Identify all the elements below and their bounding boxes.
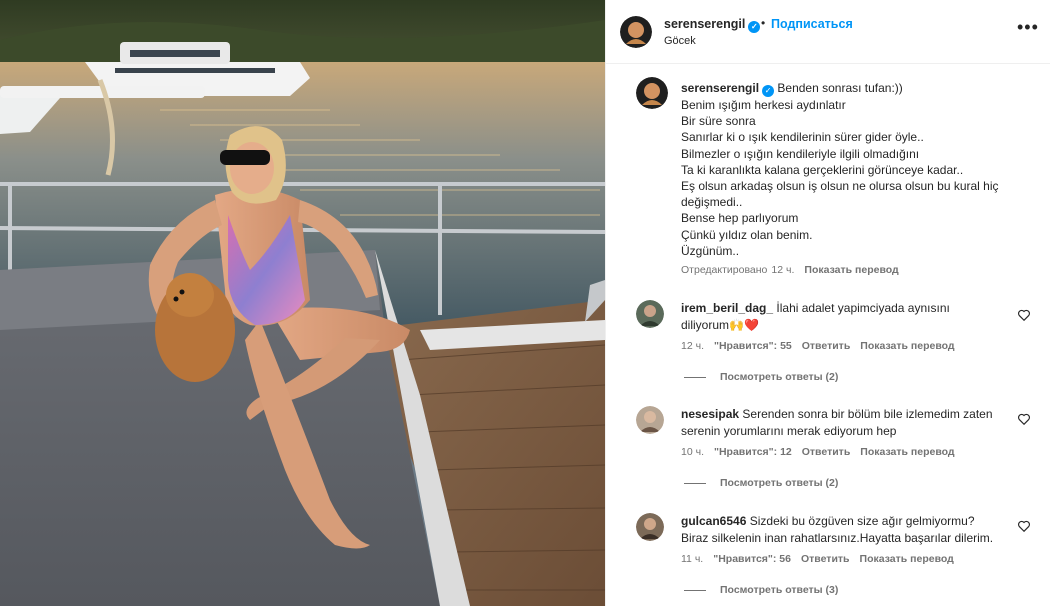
comment-text: gulcan6546 Sizdeki bu özgüven size ağır … bbox=[681, 513, 1001, 546]
comment-likes[interactable]: "Нравится": 12 bbox=[714, 446, 792, 458]
comment-username[interactable]: irem_beril_dag_ bbox=[681, 301, 773, 315]
caption-username[interactable]: serenserengil bbox=[681, 81, 759, 95]
comment-likes[interactable]: "Нравится": 56 bbox=[713, 553, 791, 565]
comment-avatar-image bbox=[636, 513, 664, 541]
replies-dash bbox=[684, 482, 706, 484]
comment-username[interactable]: nesesipak bbox=[681, 407, 739, 421]
caption-first-line: Benden sonrası tufan:)) bbox=[777, 81, 903, 95]
caption-line: Üzgünüm.. bbox=[681, 243, 740, 258]
comment-time[interactable]: 11 ч. bbox=[681, 553, 703, 565]
post-photo[interactable] bbox=[0, 0, 605, 606]
comment-avatar-image bbox=[636, 300, 664, 328]
separator-dot: • bbox=[761, 16, 766, 30]
heart-outline-icon[interactable] bbox=[1017, 412, 1031, 426]
heart-outline-icon[interactable] bbox=[1017, 519, 1031, 533]
comment-meta: 11 ч. "Нравится": 56 Ответить Показать пере… bbox=[681, 553, 964, 565]
comment-time[interactable]: 10 ч. bbox=[681, 446, 704, 458]
translate-button[interactable]: Показать перевод bbox=[860, 446, 954, 458]
caption-line: Çünkü yıldız olan benim. bbox=[681, 227, 813, 242]
edited-label: Отредактировано bbox=[681, 264, 768, 276]
view-replies-button[interactable]: Посмотреть ответы (3) bbox=[684, 584, 838, 596]
comment-item: gulcan6546 Sizdeki bu özgüven size ağır … bbox=[606, 511, 1050, 606]
comment-avatar[interactable] bbox=[636, 513, 664, 541]
more-options-icon[interactable]: ••• bbox=[1017, 18, 1038, 42]
view-replies-label: Посмотреть ответы (3) bbox=[720, 584, 839, 596]
comment-item: irem_beril_dag_ İlahi adalet yapimciyada… bbox=[606, 298, 1050, 393]
comment-meta: 12 ч. "Нравится": 55 Ответить Показать пере… bbox=[681, 340, 965, 352]
caption-line: Ta ki karanlıkta kalana gerçeklerini gör… bbox=[681, 162, 964, 177]
comment-likes[interactable]: "Нравится": 55 bbox=[714, 340, 792, 352]
heart-outline-icon[interactable] bbox=[1017, 308, 1031, 322]
comment-username[interactable]: gulcan6546 bbox=[681, 514, 746, 528]
post-panel: serenserengil ✓ • Подписаться Göcek ••• s… bbox=[605, 0, 1050, 606]
comment-meta: 10 ч. "Нравится": 12 Ответить Показать пере… bbox=[681, 446, 965, 458]
caption-line: Benim ışığım herkesi aydınlatır bbox=[681, 98, 846, 112]
post-header: serenserengil ✓ • Подписаться Göcek ••• bbox=[606, 0, 1050, 64]
caption-author-avatar-image bbox=[636, 77, 668, 109]
comment-avatar[interactable] bbox=[636, 300, 664, 328]
caption-line: Sanırlar ki o ışık kendilerinin sürer gi… bbox=[681, 130, 924, 145]
caption-time[interactable]: 12 ч. bbox=[771, 264, 794, 276]
translate-button[interactable]: Показать перевод bbox=[860, 553, 954, 565]
post-location[interactable]: Göcek bbox=[664, 35, 696, 47]
post-photo-illustration bbox=[0, 0, 605, 606]
follow-button[interactable]: Подписаться bbox=[771, 17, 853, 31]
reply-button[interactable]: Ответить bbox=[802, 340, 851, 352]
comment-text: irem_beril_dag_ İlahi adalet yapimciyada… bbox=[681, 300, 1001, 333]
comment-text: nesesipak Serenden sonra bir bölüm bile … bbox=[681, 406, 1001, 439]
caption-translate-button[interactable]: Показать перевод bbox=[804, 264, 898, 276]
caption-line: Bense hep parlıyorum bbox=[681, 211, 799, 226]
author-avatar[interactable] bbox=[620, 16, 652, 48]
view-replies-label: Посмотреть ответы (2) bbox=[720, 371, 839, 383]
replies-dash bbox=[684, 376, 706, 378]
comment-avatar[interactable] bbox=[636, 406, 664, 434]
comment-item: nesesipak Serenden sonra bir bölüm bile … bbox=[606, 404, 1050, 499]
caption-line: Bir süre sonra bbox=[681, 114, 756, 129]
view-replies-button[interactable]: Посмотреть ответы (2) bbox=[684, 371, 838, 383]
caption-line: Bilmezler o ışığın kendileriyle ilgili o… bbox=[681, 146, 920, 161]
view-replies-button[interactable]: Посмотреть ответы (2) bbox=[684, 477, 838, 489]
author-username[interactable]: serenserengil ✓ bbox=[664, 17, 761, 33]
caption-meta: Отредактировано 12 ч. Показать перевод bbox=[681, 264, 909, 276]
post-caption: serenserengil ✓ Benden sonrası tufan:)) B… bbox=[681, 80, 1021, 259]
replies-dash bbox=[684, 589, 706, 591]
view-replies-label: Посмотреть ответы (2) bbox=[720, 477, 839, 489]
caption-line: Eş olsun arkadaş olsun iş olsun ne olurs… bbox=[681, 179, 999, 210]
verified-badge-icon: ✓ bbox=[748, 21, 761, 33]
verified-badge-icon: ✓ bbox=[762, 85, 775, 97]
caption-author-avatar[interactable] bbox=[636, 77, 668, 109]
author-avatar-image bbox=[620, 16, 652, 48]
comment-time[interactable]: 12 ч. bbox=[681, 340, 704, 352]
translate-button[interactable]: Показать перевод bbox=[860, 340, 954, 352]
reply-button[interactable]: Ответить bbox=[801, 553, 850, 565]
comment-avatar-image bbox=[636, 406, 664, 434]
author-username-text: serenserengil bbox=[664, 17, 746, 31]
reply-button[interactable]: Ответить bbox=[802, 446, 851, 458]
